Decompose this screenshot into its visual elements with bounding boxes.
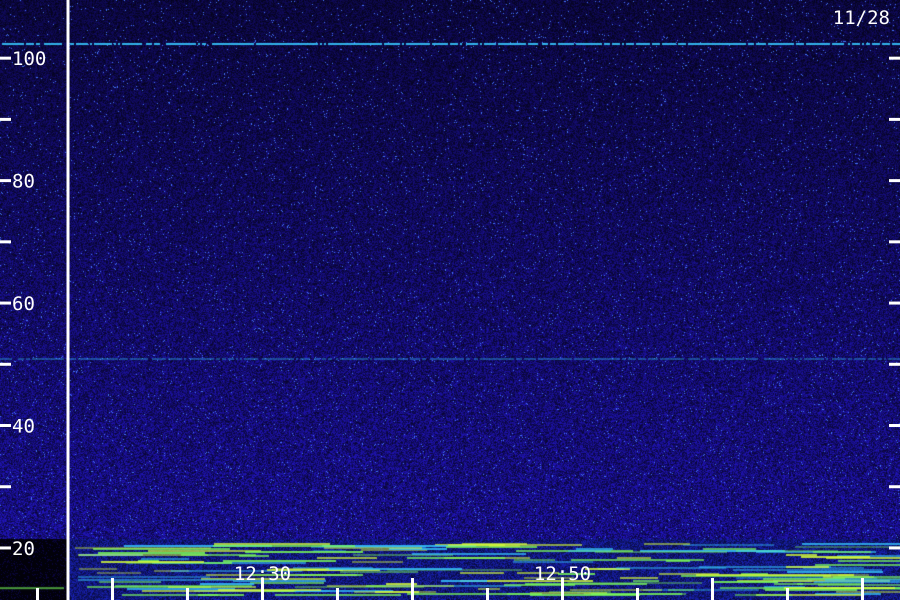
y-tick-right [889, 546, 900, 550]
y-tick-label: 20 [12, 538, 35, 560]
x-tick-label: 12:30 [234, 563, 291, 585]
x-tick-label: 12:50 [534, 563, 591, 585]
y-axis-left: 100 80 60 40 20 [0, 48, 46, 560]
spectrogram-view: 10080604020 12:1012:3012:50 11/28 [0, 0, 900, 600]
x-axis-bottom [36, 578, 864, 600]
y-tick-label: 60 [12, 293, 35, 315]
y-tick-right [889, 56, 900, 60]
y-tick-right [889, 485, 900, 489]
y-tick-left [0, 546, 11, 550]
y-tick-right [889, 240, 900, 244]
x-tick-labels: 12:1012:3012:50 [234, 563, 591, 585]
x-tick [486, 588, 489, 600]
y-axis-right [889, 56, 900, 550]
x-tick [336, 588, 339, 600]
y-tick-left [0, 56, 11, 60]
y-tick-left [0, 485, 11, 489]
y-tick-left [0, 240, 11, 244]
y-tick-left [0, 301, 11, 305]
x-tick [711, 578, 714, 600]
y-tick-label: 80 [12, 171, 35, 193]
x-tick [636, 588, 639, 600]
y-tick-right [889, 179, 900, 183]
x-tick [111, 578, 114, 600]
y-tick-right [889, 301, 900, 305]
y-tick-right [889, 362, 900, 366]
y-tick-left [0, 117, 11, 121]
y-tick-left [0, 179, 11, 183]
y-tick-left [0, 424, 11, 428]
x-tick [186, 588, 189, 600]
y-tick-label: 40 [12, 416, 35, 438]
spectrogram-axes: 10080604020 12:1012:3012:50 11/28 [0, 0, 900, 600]
x-tick [861, 578, 864, 600]
y-tick-right [889, 424, 900, 428]
x-tick [36, 588, 39, 600]
y-tick-left [0, 362, 11, 366]
y-tick-label: 100 [12, 48, 46, 70]
x-tick [411, 578, 414, 600]
y-tick-right [889, 117, 900, 121]
x-tick [786, 588, 789, 600]
date-label: 11/28 [833, 7, 890, 29]
